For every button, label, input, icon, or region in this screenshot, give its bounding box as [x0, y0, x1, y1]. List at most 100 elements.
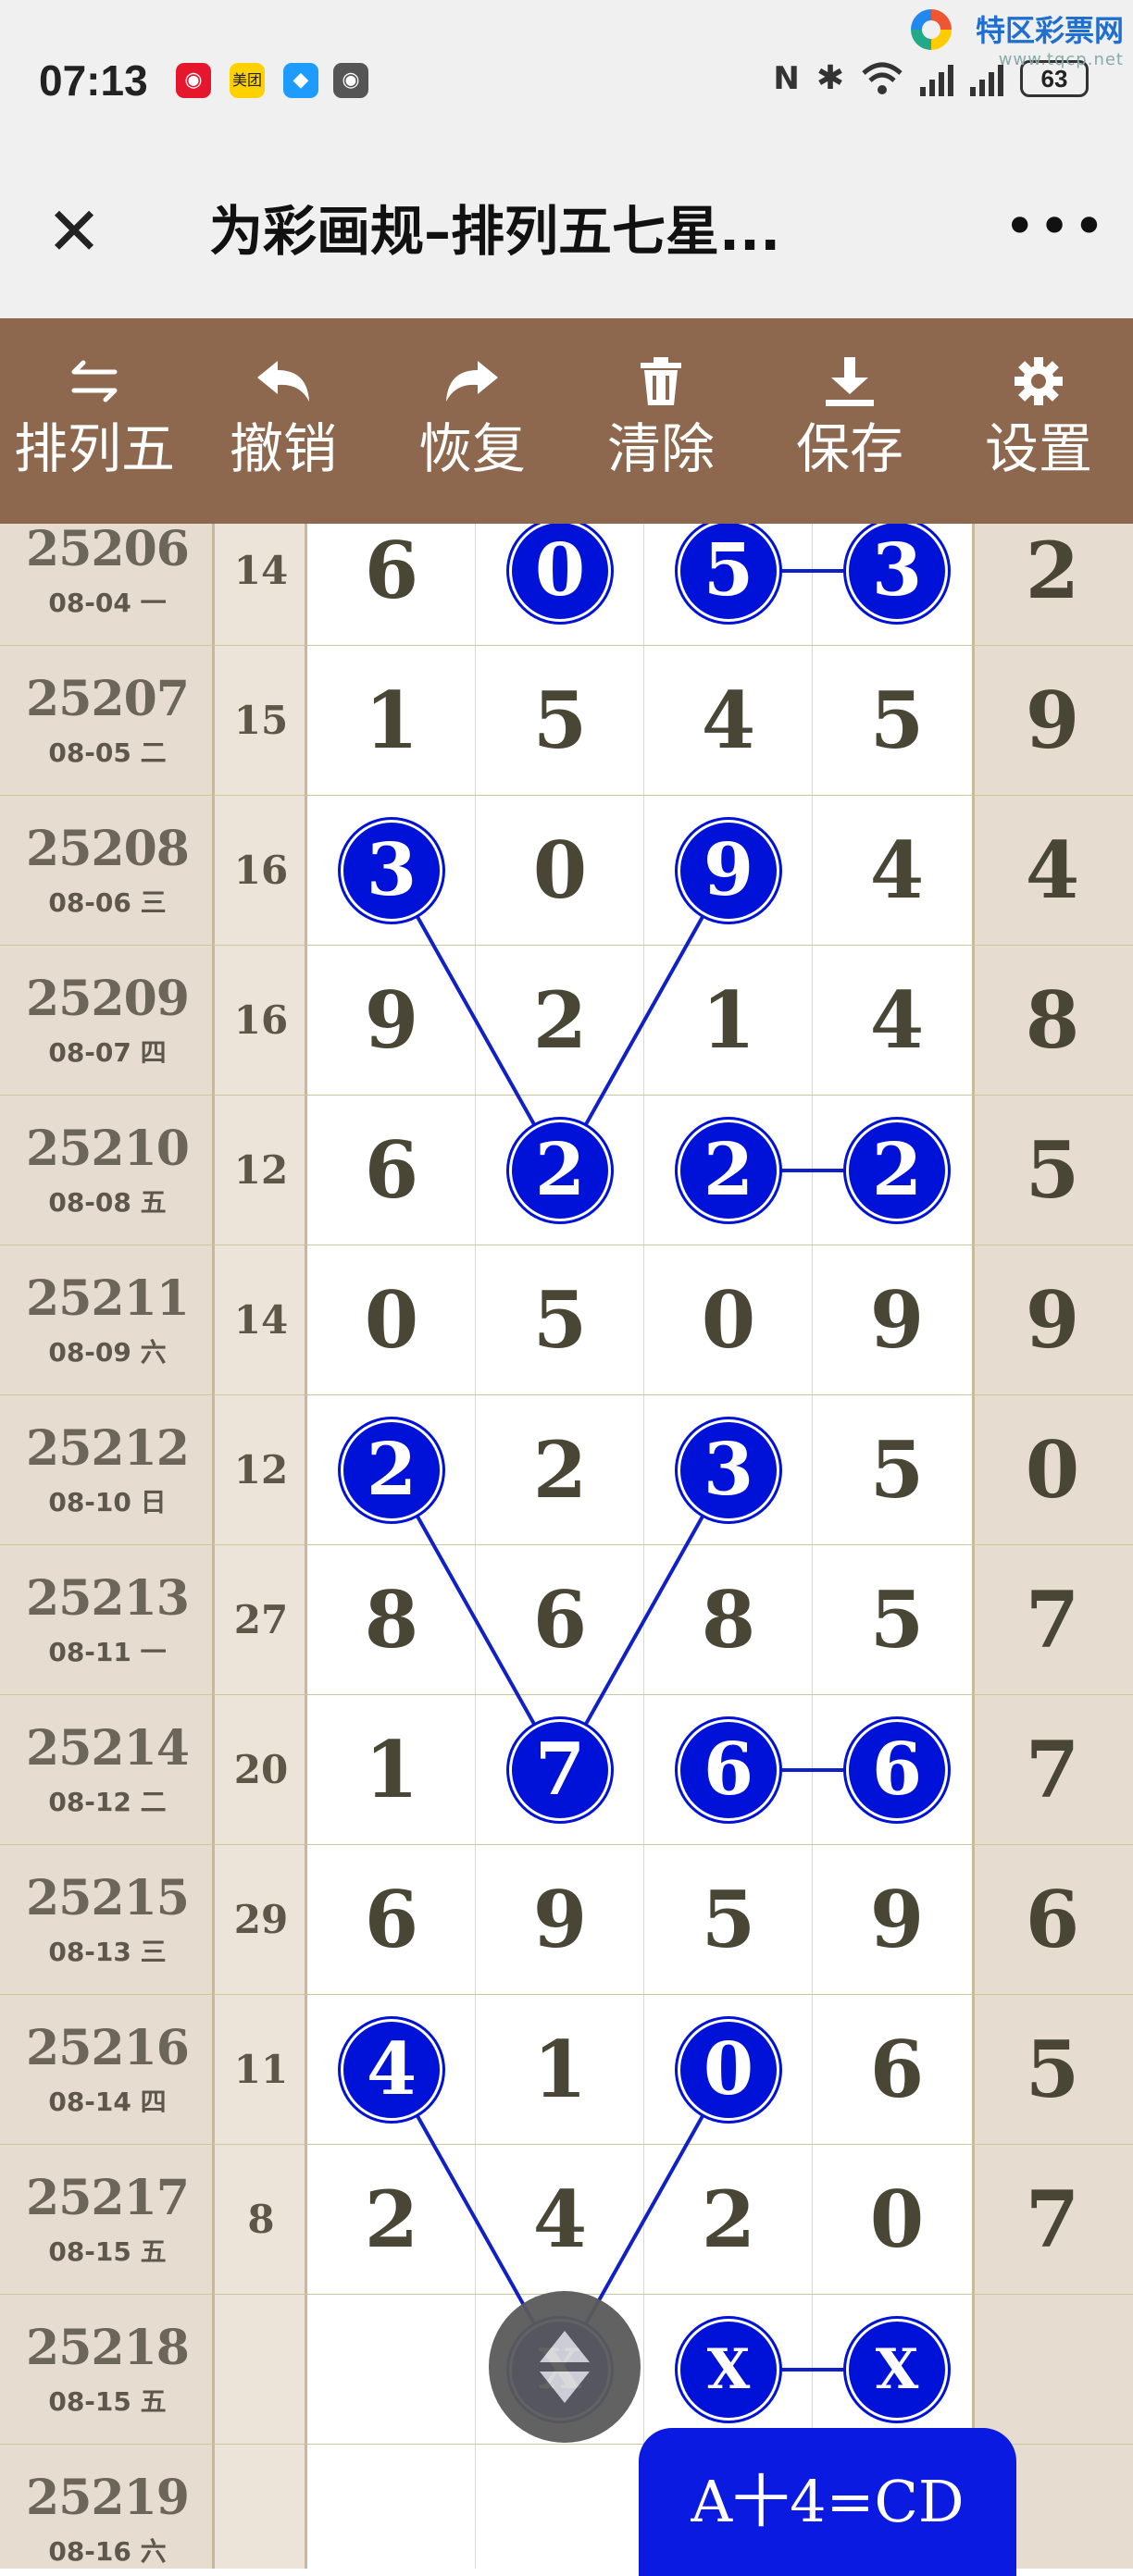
- digit-value: 5: [532, 1274, 588, 1366]
- period-number: 25210: [26, 1121, 190, 1177]
- digit-value: 4: [532, 2174, 588, 2265]
- digit-sum: 16: [233, 997, 289, 1043]
- period-number: 25214: [26, 1720, 190, 1777]
- table-row: 25208 08-06 三 16 0 4 4: [0, 796, 1133, 947]
- sum-cell: [215, 2295, 307, 2445]
- digit-value: 5: [532, 675, 588, 766]
- toolbar-button-clear[interactable]: 清除: [566, 318, 755, 524]
- digit-value: 5: [869, 675, 925, 766]
- digit-value: 0: [532, 824, 588, 916]
- marked-digit-ball[interactable]: 9: [678, 820, 779, 922]
- marked-digit-ball[interactable]: 6: [678, 1719, 779, 1821]
- toolbar-button-undo[interactable]: 撤销: [189, 318, 378, 524]
- digit-sum: 11: [233, 2047, 289, 2092]
- digit-sum: 12: [233, 1447, 289, 1492]
- scroll-up-down-icon: [540, 2331, 590, 2403]
- gear-icon: [944, 355, 1133, 407]
- digit-value: 5: [869, 1574, 925, 1666]
- nfc-icon: N: [773, 59, 800, 97]
- weibo-icon: ◉: [176, 63, 211, 98]
- last-digit-value: 5: [1025, 1124, 1080, 1216]
- last-digit-cell: [972, 2295, 1133, 2445]
- marked-digit-ball[interactable]: 3: [678, 1419, 779, 1521]
- marked-digit-ball[interactable]: 2: [846, 1120, 948, 1221]
- period-date: 08-08 五: [48, 1187, 167, 1218]
- trash-icon: [566, 355, 755, 407]
- marked-digit-ball[interactable]: 3: [846, 524, 948, 622]
- period-date: 08-16 六: [48, 2536, 167, 2567]
- marked-digit-ball[interactable]: 7: [509, 1719, 611, 1821]
- digit-value: 6: [869, 2024, 925, 2115]
- marked-digit-ball[interactable]: 6: [846, 1719, 948, 1821]
- digit-sum: 14: [233, 1297, 289, 1343]
- more-menu-button[interactable]: •••: [1003, 194, 1105, 268]
- digit-value: 1: [701, 974, 756, 1066]
- undo-icon: [189, 355, 378, 407]
- marked-digit-ball[interactable]: 5: [678, 524, 779, 622]
- digit-value: 2: [364, 2174, 419, 2265]
- toolbar: 排列五 撤销 恢复 清除 保存 设置: [0, 318, 1133, 524]
- table-row: 25216 08-14 四 11 1 6 5: [0, 1995, 1133, 2146]
- meituan-icon: 美团: [230, 63, 265, 98]
- period-date: 08-10 日: [48, 1487, 167, 1517]
- period-number: 25211: [26, 1270, 190, 1327]
- close-button[interactable]: ✕: [37, 194, 111, 268]
- digit-cell[interactable]: [307, 2445, 476, 2569]
- table-row: 25213 08-11 一 27 8 6 8 5 7: [0, 1545, 1133, 1696]
- formula-label[interactable]: A十4=CD: [639, 2428, 1016, 2576]
- toolbar-label: 设置: [984, 417, 1092, 480]
- marked-digit-ball[interactable]: 3: [341, 820, 442, 922]
- status-time: 07:13: [39, 56, 148, 105]
- period-number: 25212: [26, 1420, 190, 1477]
- period-number: 25215: [26, 1870, 190, 1926]
- digit-sum: 29: [233, 1897, 289, 1942]
- marked-digit-ball[interactable]: 2: [678, 1120, 779, 1221]
- toolbar-button-lottery-type[interactable]: 排列五: [0, 318, 189, 524]
- table-row: 25215 08-13 三 29 6 9 5 9 6: [0, 1845, 1133, 1996]
- marked-digit-ball[interactable]: 2: [341, 1419, 442, 1521]
- period-date: 08-15 五: [48, 2236, 167, 2267]
- digit-cell[interactable]: [476, 2445, 644, 2569]
- watermark-logo-icon: [911, 9, 952, 50]
- marked-digit-ball[interactable]: X: [846, 2319, 948, 2421]
- period-number: 25208: [26, 821, 190, 877]
- bluetooth-icon: ✱: [816, 59, 844, 97]
- digit-value: 1: [364, 675, 419, 766]
- page-title: 为彩画规–排列五七星...: [209, 200, 781, 263]
- marked-digit-ball[interactable]: X: [678, 2319, 779, 2421]
- digit-value: 0: [869, 2174, 925, 2265]
- title-bar: ✕ 为彩画规–排列五七星... •••: [0, 167, 1133, 318]
- scroll-toggle-button[interactable]: [489, 2291, 641, 2443]
- download-icon: [755, 355, 944, 407]
- toolbar-button-settings[interactable]: 设置: [944, 318, 1133, 524]
- marked-digit-ball[interactable]: 2: [509, 1120, 611, 1221]
- period-number: 25207: [26, 671, 190, 727]
- marked-digit-ball[interactable]: 0: [509, 524, 611, 622]
- toolbar-label: 撤销: [229, 417, 337, 480]
- period-number: 25206: [26, 524, 190, 577]
- table-row: 25211 08-09 六 14 0 5 0 9 9: [0, 1245, 1133, 1396]
- swap-arrows-icon: [0, 355, 189, 407]
- toolbar-button-redo[interactable]: 恢复: [378, 318, 566, 524]
- marked-digit-ball[interactable]: 0: [678, 2019, 779, 2121]
- period-number: 25217: [26, 2170, 190, 2226]
- digit-value: 1: [532, 2024, 588, 2115]
- watermark: 特区彩票网 www.tqcp.net: [976, 7, 1124, 69]
- digit-value: 5: [701, 1874, 756, 1965]
- digit-cell[interactable]: [307, 2295, 476, 2445]
- digit-value: 6: [364, 1874, 419, 1965]
- toolbar-button-save[interactable]: 保存: [755, 318, 944, 524]
- digit-value: 2: [701, 2174, 756, 2265]
- digit-value: 9: [869, 1274, 925, 1366]
- period-date: 08-11 一: [48, 1637, 167, 1667]
- period-number: 25216: [26, 2020, 190, 2076]
- digit-value: 8: [701, 1574, 756, 1666]
- last-digit-value: 7: [1025, 1574, 1080, 1666]
- digit-value: 4: [701, 675, 756, 766]
- toolbar-label: 保存: [795, 417, 903, 480]
- digit-sum: 12: [233, 1147, 289, 1193]
- table-row: 25209 08-07 四 16 9 2 1 4 8: [0, 946, 1133, 1096]
- marked-digit-ball[interactable]: 4: [341, 2019, 442, 2121]
- lottery-grid[interactable]: 25206 08-04 一 14 6 2 25207 08-05 二 15 1 5 4 5 9 25208…: [0, 524, 1133, 2569]
- digit-sum: 27: [233, 1597, 289, 1642]
